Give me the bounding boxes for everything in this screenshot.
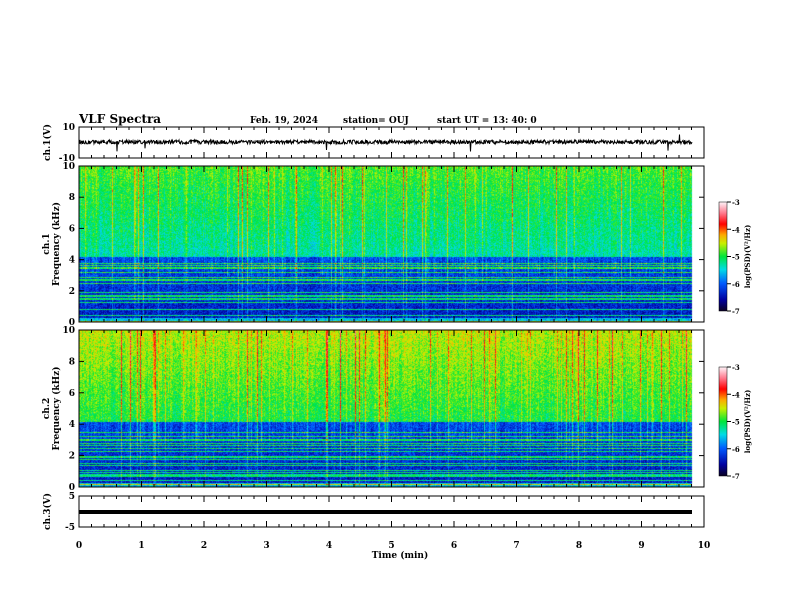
y-tick-label: 6 <box>69 224 75 234</box>
colorbar-tick-label: -4 <box>732 225 740 234</box>
station-label: station= OUJ <box>343 116 409 126</box>
y-tick-label: 4 <box>69 256 75 266</box>
start-time-label: start UT = 13: 40: 0 <box>437 116 537 126</box>
x-tick-label: 9 <box>638 541 644 551</box>
x-tick-label: 7 <box>513 541 519 551</box>
y-tick-label: 8 <box>69 357 75 367</box>
y-axis-label: Frequency (kHz) <box>51 366 62 450</box>
y-tick-label: 10 <box>62 123 75 133</box>
colorbar-tick-label: -4 <box>732 390 740 399</box>
x-tick-label: 4 <box>326 541 332 551</box>
colorbar-tick-label: -5 <box>732 418 740 427</box>
x-tick-label: 0 <box>76 541 82 551</box>
x-axis-label: Time (min) <box>372 550 429 561</box>
colorbar-label: log(PSD)(V²/Hz) <box>743 390 752 454</box>
figure-title: VLF Spectra <box>78 112 161 126</box>
y-tick-label: 10 <box>62 162 75 172</box>
y-tick-label: 2 <box>69 287 75 297</box>
y-axis-label: ch.3(V) <box>42 493 53 530</box>
colorbar-tick-label: -5 <box>732 253 740 262</box>
axes-overlay: VLF Spectra Feb. 19, 2024 station= OUJ s… <box>42 112 752 561</box>
y-tick-label: 10 <box>62 326 75 336</box>
panel-channel-label: ch.2 <box>42 398 52 419</box>
y-axis-label: ch.1(V) <box>42 124 53 161</box>
x-tick-label: 2 <box>201 541 207 551</box>
panel-frame <box>78 165 705 323</box>
y-axis-label: Frequency (kHz) <box>51 202 62 286</box>
y-tick-label: 6 <box>69 389 75 399</box>
x-tick-label: 8 <box>576 541 582 551</box>
colorbar-tick-label: -3 <box>732 363 740 372</box>
colorbar-tick-label: -6 <box>732 445 740 454</box>
panel-channel-label: ch.1 <box>42 233 52 254</box>
y-tick-label: 2 <box>69 452 75 462</box>
colorbar-tick-label: -7 <box>732 307 740 316</box>
vlf-figure: VLF Spectra Feb. 19, 2024 station= OUJ s… <box>0 0 792 612</box>
y-tick-label: -5 <box>65 523 75 533</box>
colorbar-tick-label: -7 <box>732 472 740 481</box>
date-label: Feb. 19, 2024 <box>250 116 318 126</box>
x-tick-label: 10 <box>698 541 711 551</box>
ch1-trace <box>78 134 693 152</box>
colorbar-tick-label: -3 <box>732 198 740 207</box>
x-tick-label: 5 <box>388 541 394 551</box>
y-tick-label: 8 <box>69 193 75 203</box>
x-tick-label: 6 <box>451 541 457 551</box>
colorbar-frame <box>718 201 728 312</box>
colorbar-tick-label: -6 <box>732 280 740 289</box>
y-tick-label: 4 <box>69 420 75 430</box>
x-tick-label: 1 <box>138 541 144 551</box>
x-tick-label: 3 <box>263 541 269 551</box>
panel-frame <box>78 329 705 488</box>
colorbar-label: log(PSD)(V²/Hz) <box>743 225 752 289</box>
colorbar-frame <box>718 366 728 477</box>
y-tick-label: 5 <box>69 492 75 502</box>
